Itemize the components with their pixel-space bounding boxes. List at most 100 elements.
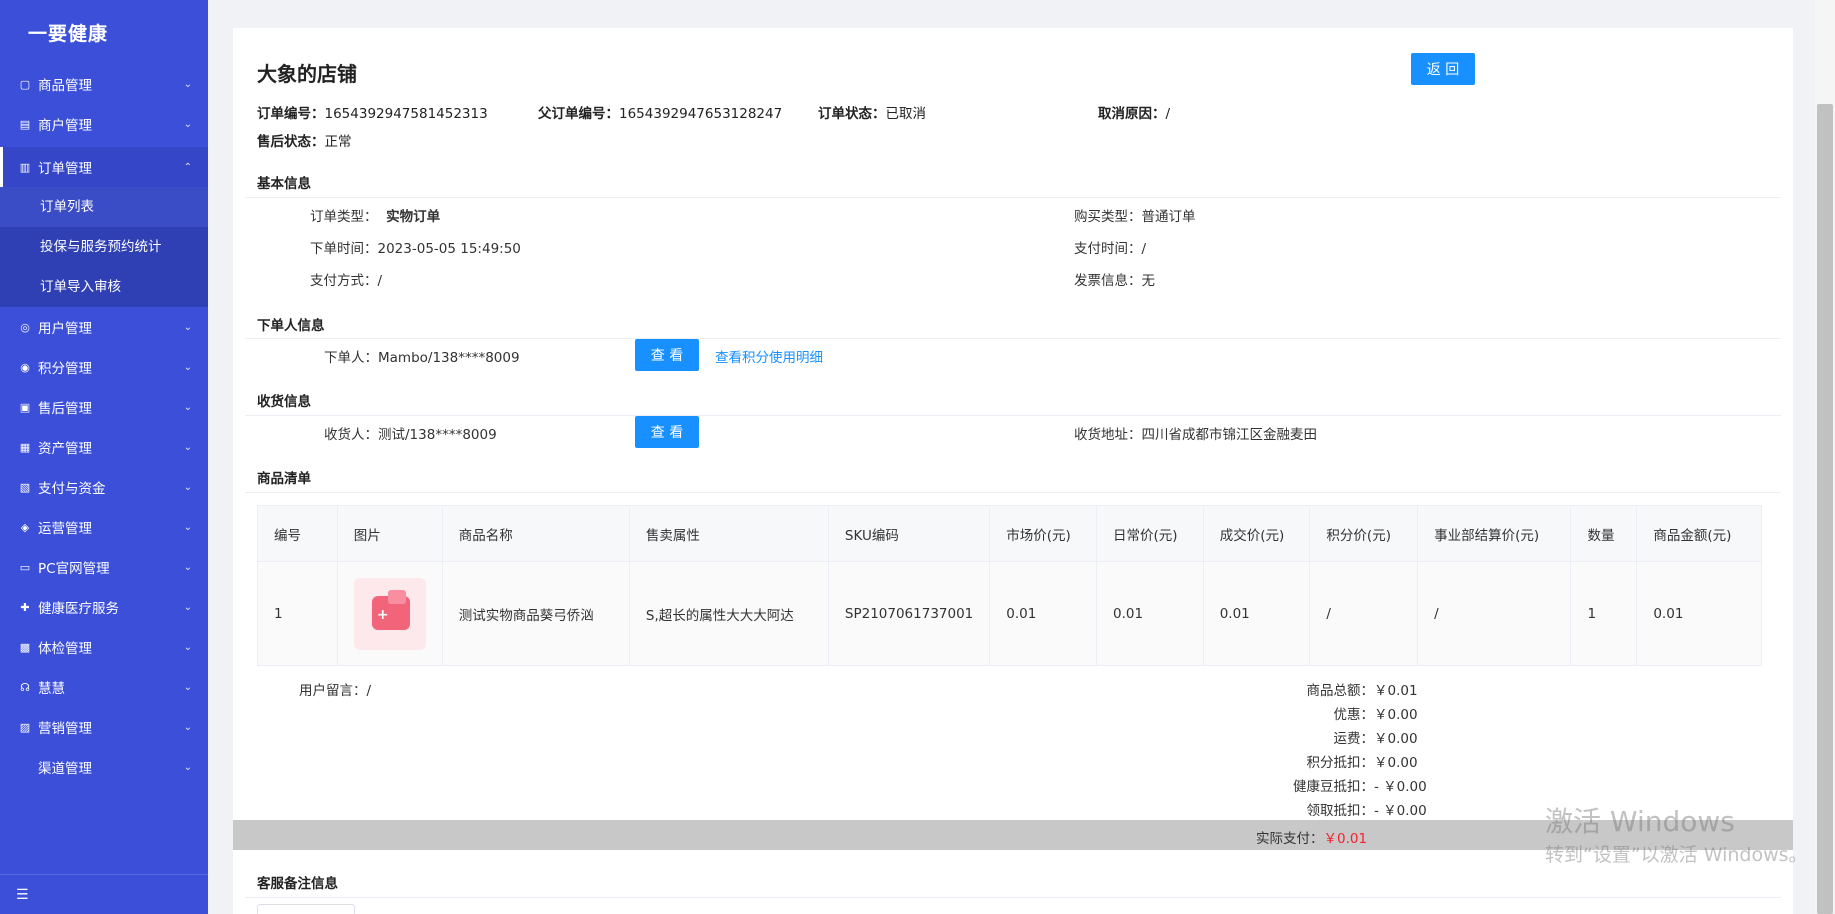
menu-item[interactable]: ▩ 体检管理 ⌄ — [0, 627, 208, 667]
buyer-info: 下单人：Mambo/138****8009 — [324, 350, 520, 366]
menu-item[interactable]: ▣ 售后管理 ⌄ — [0, 387, 208, 427]
view-buyer-button[interactable]: 查 看 — [635, 339, 699, 371]
brand-logo: 一要健康 — [28, 23, 109, 45]
chevron-down-icon: ⌄ — [183, 78, 192, 90]
menu-label: 慧慧 — [38, 681, 65, 697]
actual-payment: 实际支付：￥0.01 — [1256, 831, 1368, 847]
aftersale-icon: ▣ — [19, 400, 31, 414]
col-header: 编号 — [257, 505, 338, 562]
chevron-down-icon: ⌄ — [183, 321, 192, 333]
menu-label: 积分管理 — [38, 361, 92, 377]
points-detail-link[interactable]: 查看积分使用明细 — [715, 346, 823, 366]
menu-item[interactable]: ▧ 支付与资金 ⌄ — [0, 467, 208, 507]
cell-attr: S,超长的属性大大大阿达 — [628, 561, 829, 666]
order-type: 订单类型： 实物订单 — [310, 209, 441, 225]
table-header-row: 编号 图片 商品名称 售卖属性 SKU编码 市场价(元) 日常价(元) 成交价(… — [257, 505, 1762, 562]
user-icon: ◎ — [20, 320, 30, 334]
headset-icon: ☊ — [20, 680, 30, 694]
box-icon: ▢ — [19, 77, 31, 91]
cell-points-price: / — [1309, 561, 1419, 666]
buy-type: 购买类型：普通订单 — [1074, 209, 1196, 225]
activation-watermark-hint: 转到“设置”以激活 Windows。 — [1545, 844, 1808, 866]
chevron-down-icon: ⌄ — [183, 721, 192, 733]
goods-list-title: 商品清单 — [257, 471, 311, 487]
divider — [245, 338, 1781, 339]
menu-list: ◎ 用户管理 ⌄ ◉ 积分管理 ⌄ ▣ 售后管理 ⌄ ▦ 资产管理 ⌄ ▧ 支付与资金 ⌄ ◈ 运营管理 ⌄ ▭ PC… — [0, 307, 208, 787]
chevron-down-icon: ⌄ — [183, 118, 192, 130]
menu-order[interactable]: ▥ 订单管理 ⌃ — [0, 147, 208, 187]
submenu-insurance-stats[interactable]: 投保与服务预约统计 — [0, 227, 208, 267]
remark-input[interactable] — [257, 904, 355, 914]
invoice-info: 发票信息：无 — [1074, 273, 1155, 289]
summary-row: 优惠： ￥0.00 — [1333, 707, 1418, 723]
aftersale-status: 售后状态：正常 — [257, 134, 352, 150]
pay-time: 支付时间：/ — [1074, 241, 1147, 257]
back-button[interactable]: 返 回 — [1411, 53, 1475, 85]
menu-item[interactable]: ✚ 健康医疗服务 ⌄ — [0, 587, 208, 627]
scrollbar-thumb[interactable] — [1817, 104, 1833, 914]
actual-payment-value: ￥0.01 — [1323, 831, 1368, 847]
col-header: 成交价(元) — [1202, 505, 1311, 562]
user-remark: 用户留言：/ — [299, 683, 372, 699]
cell-market-price: 0.01 — [989, 561, 1097, 666]
menu-label: 资产管理 — [38, 441, 92, 457]
order-status: 订单状态：已取消 — [818, 106, 926, 122]
col-header: 日常价(元) — [1095, 505, 1204, 562]
divider — [245, 897, 1781, 898]
col-header: SKU编码 — [827, 505, 991, 562]
cell-no: 1 — [257, 561, 338, 666]
menu-item[interactable]: ☊ 慧慧 ⌄ — [0, 667, 208, 707]
menu-label: 支付与资金 — [38, 481, 106, 497]
submenu-order-import[interactable]: 订单导入审核 — [0, 267, 208, 307]
chevron-down-icon: ⌄ — [183, 761, 192, 773]
chevron-up-icon: ⌃ — [183, 161, 192, 173]
menu-item[interactable]: ▦ 资产管理 ⌄ — [0, 427, 208, 467]
blank-icon — [18, 760, 32, 774]
chevron-down-icon: ⌄ — [183, 441, 192, 453]
col-header: 市场价(元) — [989, 505, 1097, 562]
chevron-down-icon: ⌄ — [183, 681, 192, 693]
view-receiver-button[interactable]: 查 看 — [635, 416, 699, 448]
parent-order-number: 父订单编号：1654392947653128247 — [538, 106, 783, 122]
menu-item[interactable]: ◈ 运营管理 ⌄ — [0, 507, 208, 547]
menu-item[interactable]: ◎ 用户管理 ⌄ — [0, 307, 208, 347]
summary-row: 商品总额： ￥0.01 — [1306, 683, 1418, 699]
cancel-reason: 取消原因：/ — [1098, 106, 1171, 122]
divider — [245, 492, 1781, 493]
col-header: 积分价(元) — [1309, 505, 1419, 562]
collapse-menu-icon[interactable]: ☰ — [0, 874, 208, 914]
receiver-address: 收货地址：四川省成都市锦江区金融麦田 — [1074, 427, 1317, 443]
asset-icon: ▦ — [19, 440, 31, 454]
cell-image: + — [336, 561, 443, 666]
chevron-down-icon: ⌄ — [183, 361, 192, 373]
col-header: 商品金额(元) — [1636, 505, 1762, 562]
col-header: 商品名称 — [441, 505, 630, 562]
chevron-down-icon: ⌄ — [183, 561, 192, 573]
service-remark-title: 客服备注信息 — [257, 876, 338, 892]
plus-icon: + — [376, 606, 389, 623]
menu-item[interactable]: ▭ PC官网管理 ⌄ — [0, 547, 208, 587]
col-header: 售卖属性 — [628, 505, 829, 562]
medical-icon: ✚ — [20, 600, 30, 614]
menu-goods[interactable]: ▢ 商品管理 ⌄ — [0, 64, 208, 104]
order-detail-card: 大象的店铺 返 回 订单编号：1654392947581452313 父订单编号… — [233, 28, 1793, 914]
main-content: 大象的店铺 返 回 订单编号：1654392947581452313 父订单编号… — [208, 0, 1835, 914]
chevron-down-icon: ⌄ — [183, 401, 192, 413]
col-header: 数量 — [1570, 505, 1638, 562]
chevron-down-icon: ⌄ — [183, 521, 192, 533]
cell-quantity: 1 — [1570, 561, 1638, 666]
product-image[interactable]: + — [353, 577, 426, 650]
summary-row: 领取抵扣： - ￥0.00 — [1306, 803, 1427, 819]
order-submenu: 订单列表 投保与服务预约统计 订单导入审核 — [0, 187, 208, 307]
menu-item[interactable]: ◉ 积分管理 ⌄ — [0, 347, 208, 387]
chevron-down-icon: ⌄ — [183, 481, 192, 493]
menu-merchant[interactable]: ▤ 商户管理 ⌄ — [0, 104, 208, 144]
table-row: 1 + 测试实物商品葵弓侨汹 S,超长的属性大大大阿达 SP2107061737… — [257, 561, 1762, 666]
summary-row: 积分抵扣： ￥0.00 — [1306, 755, 1418, 771]
cell-name: 测试实物商品葵弓侨汹 — [441, 561, 630, 666]
menu-item[interactable]: 渠道管理 ⌄ — [0, 747, 208, 787]
scrollbar-track[interactable] — [1815, 0, 1835, 914]
divider — [245, 197, 1781, 198]
menu-item[interactable]: ▨ 营销管理 ⌄ — [0, 707, 208, 747]
submenu-order-list[interactable]: 订单列表 — [0, 187, 208, 227]
